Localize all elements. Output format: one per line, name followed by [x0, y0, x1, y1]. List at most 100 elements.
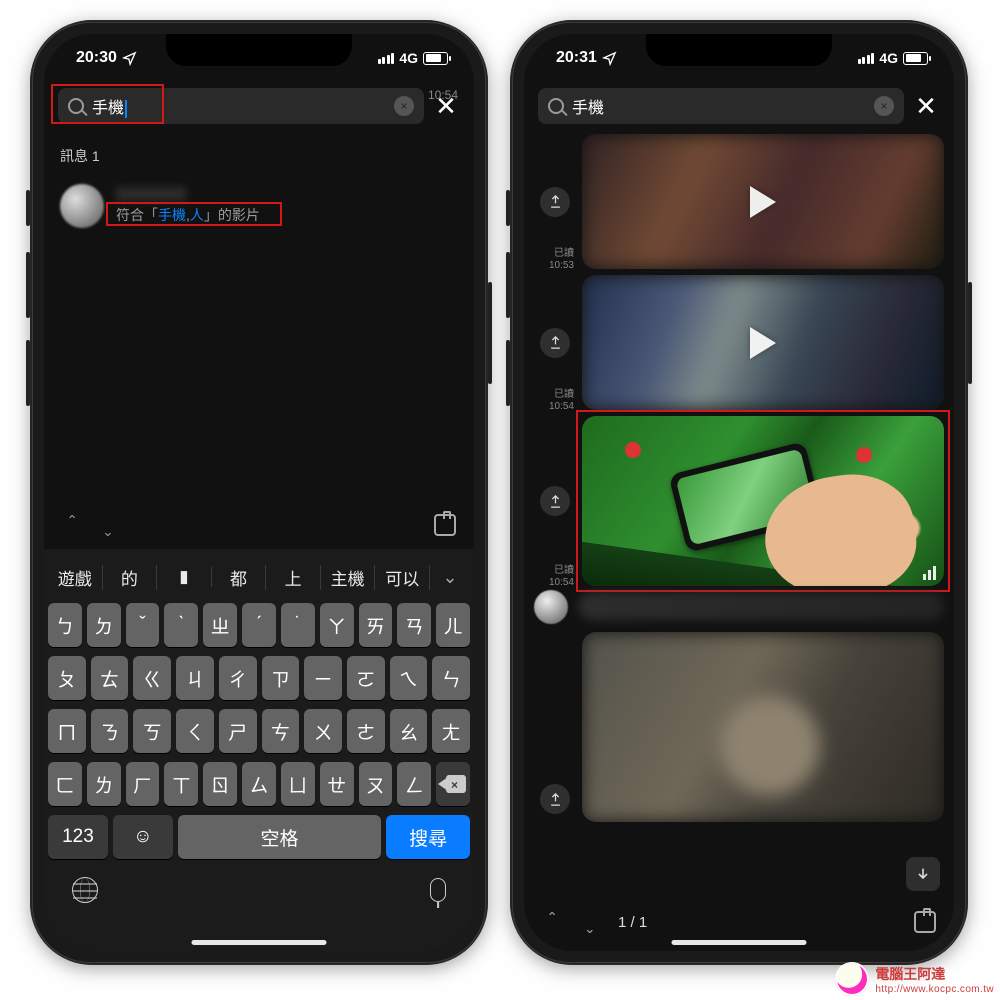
side-button [488, 282, 492, 384]
key[interactable]: ㄅ [48, 603, 82, 647]
key[interactable]: ㄇ [48, 709, 86, 753]
read-meta: 已讀10:53 [538, 248, 574, 271]
highlight-box [576, 410, 950, 592]
key[interactable]: ㄢ [397, 603, 431, 647]
home-indicator[interactable] [192, 940, 327, 945]
globe-icon[interactable] [72, 877, 98, 903]
search-key[interactable]: 搜尋 [386, 815, 470, 859]
next-result-button[interactable]: ＾ [580, 908, 600, 937]
side-button [968, 282, 972, 384]
message-text[interactable] [578, 592, 944, 622]
key[interactable]: ㄤ [432, 709, 470, 753]
suggestion[interactable]: 遊戲 [48, 565, 103, 590]
result-nav-toolbar: ＾ ＾ 1 / 1 [524, 901, 954, 943]
location-icon [602, 51, 617, 66]
key[interactable]: ˇ [126, 603, 160, 647]
key[interactable]: ㄐ [176, 656, 214, 700]
watermark-title: 電腦王阿達 [875, 966, 945, 982]
suggestion[interactable]: 上 [266, 565, 321, 590]
share-button[interactable] [540, 486, 570, 516]
highlight-box [106, 202, 282, 226]
key[interactable]: ㄈ [48, 762, 82, 806]
home-indicator[interactable] [672, 940, 807, 945]
key[interactable]: ㄩ [281, 762, 315, 806]
space-key[interactable]: 空格 [178, 815, 382, 859]
mic-icon[interactable] [430, 878, 446, 902]
share-button[interactable] [540, 784, 570, 814]
key[interactable]: ㄒ [164, 762, 198, 806]
key[interactable]: ㄛ [347, 656, 385, 700]
prev-result-button[interactable]: ＾ [542, 908, 562, 937]
key[interactable]: ㄍ [133, 656, 171, 700]
key[interactable]: ㄝ [320, 762, 354, 806]
avatar [60, 184, 104, 228]
key[interactable]: ㄡ [359, 762, 393, 806]
clear-button[interactable]: × [394, 96, 414, 116]
watermark-logo [835, 962, 869, 996]
key[interactable]: ㄘ [262, 709, 300, 753]
clear-button[interactable]: × [874, 96, 894, 116]
watermark-url: http://www.kocpc.com.tw [875, 984, 994, 995]
key[interactable]: ㄠ [390, 709, 428, 753]
key[interactable]: ㄧ [304, 656, 342, 700]
calendar-icon[interactable] [914, 911, 936, 933]
key[interactable]: ㄔ [219, 656, 257, 700]
play-icon [750, 327, 776, 359]
result-time: 10:54 [428, 88, 458, 102]
key[interactable]: ˊ [242, 603, 276, 647]
read-meta: 已讀10:54 [538, 565, 574, 588]
status-time: 20:30 [76, 49, 117, 67]
key[interactable]: ㄟ [390, 656, 428, 700]
key[interactable]: ˋ [164, 603, 198, 647]
share-button[interactable] [540, 328, 570, 358]
message-video[interactable]: 已讀10:54 [582, 275, 944, 410]
message-photo[interactable] [582, 632, 944, 822]
suggestion[interactable]: 主機 [321, 565, 376, 590]
side-button [506, 252, 510, 318]
key[interactable]: ㄖ [203, 762, 237, 806]
key[interactable]: ㄕ [219, 709, 257, 753]
backspace-key[interactable]: × [436, 762, 470, 806]
scroll-to-bottom-button[interactable] [906, 857, 940, 891]
key[interactable]: ㄞ [359, 603, 393, 647]
key[interactable]: ㄥ [397, 762, 431, 806]
key[interactable]: ㄦ [436, 603, 470, 647]
next-result-button[interactable]: ＾ [98, 511, 118, 540]
key[interactable]: ㄑ [176, 709, 214, 753]
key[interactable]: ㄜ [347, 709, 385, 753]
key[interactable]: ㄋ [91, 709, 129, 753]
message-photo[interactable]: 已讀10:54 [582, 416, 944, 586]
suggestion[interactable]: 可以 [375, 565, 430, 590]
key[interactable]: ㄚ [320, 603, 354, 647]
emoji-key[interactable]: ☺ [113, 815, 173, 859]
key[interactable]: ㄎ [133, 709, 171, 753]
share-button[interactable] [540, 187, 570, 217]
status-time: 20:31 [556, 49, 597, 67]
suggestion[interactable]: 都 [212, 565, 267, 590]
search-icon [548, 98, 564, 114]
prev-result-button[interactable]: ＾ [62, 511, 82, 540]
search-input[interactable]: 手機 × [538, 88, 904, 124]
key[interactable]: ㄨ [304, 709, 342, 753]
suggestion-row: 遊戲 的 ▮ 都 上 主機 可以 ⌄ [44, 555, 474, 599]
screen-right: 20:31 4G 手機 × ✕ 已讀10:53 [524, 34, 954, 951]
key[interactable]: ㄆ [48, 656, 86, 700]
key[interactable]: ㄏ [126, 762, 160, 806]
suggestion[interactable]: 的 [103, 565, 158, 590]
message-video[interactable]: 已讀10:53 [582, 134, 944, 269]
key[interactable]: ㄌ [87, 762, 121, 806]
key[interactable]: ㄊ [91, 656, 129, 700]
numbers-key[interactable]: 123 [48, 815, 108, 859]
key[interactable]: ㄗ [262, 656, 300, 700]
key[interactable]: ㄣ [432, 656, 470, 700]
calendar-icon[interactable] [434, 514, 456, 536]
watermark: 電腦王阿達 http://www.kocpc.com.tw [835, 962, 994, 996]
collapse-suggestions[interactable]: ⌄ [430, 567, 470, 588]
chat-scroll[interactable]: 已讀10:53 已讀10:54 已讀10:54 [524, 134, 954, 901]
close-button[interactable]: ✕ [912, 91, 940, 122]
suggestion[interactable]: ▮ [157, 567, 212, 587]
key[interactable]: ˙ [281, 603, 315, 647]
key[interactable]: ㄉ [87, 603, 121, 647]
key[interactable]: ㄓ [203, 603, 237, 647]
key[interactable]: ㄙ [242, 762, 276, 806]
